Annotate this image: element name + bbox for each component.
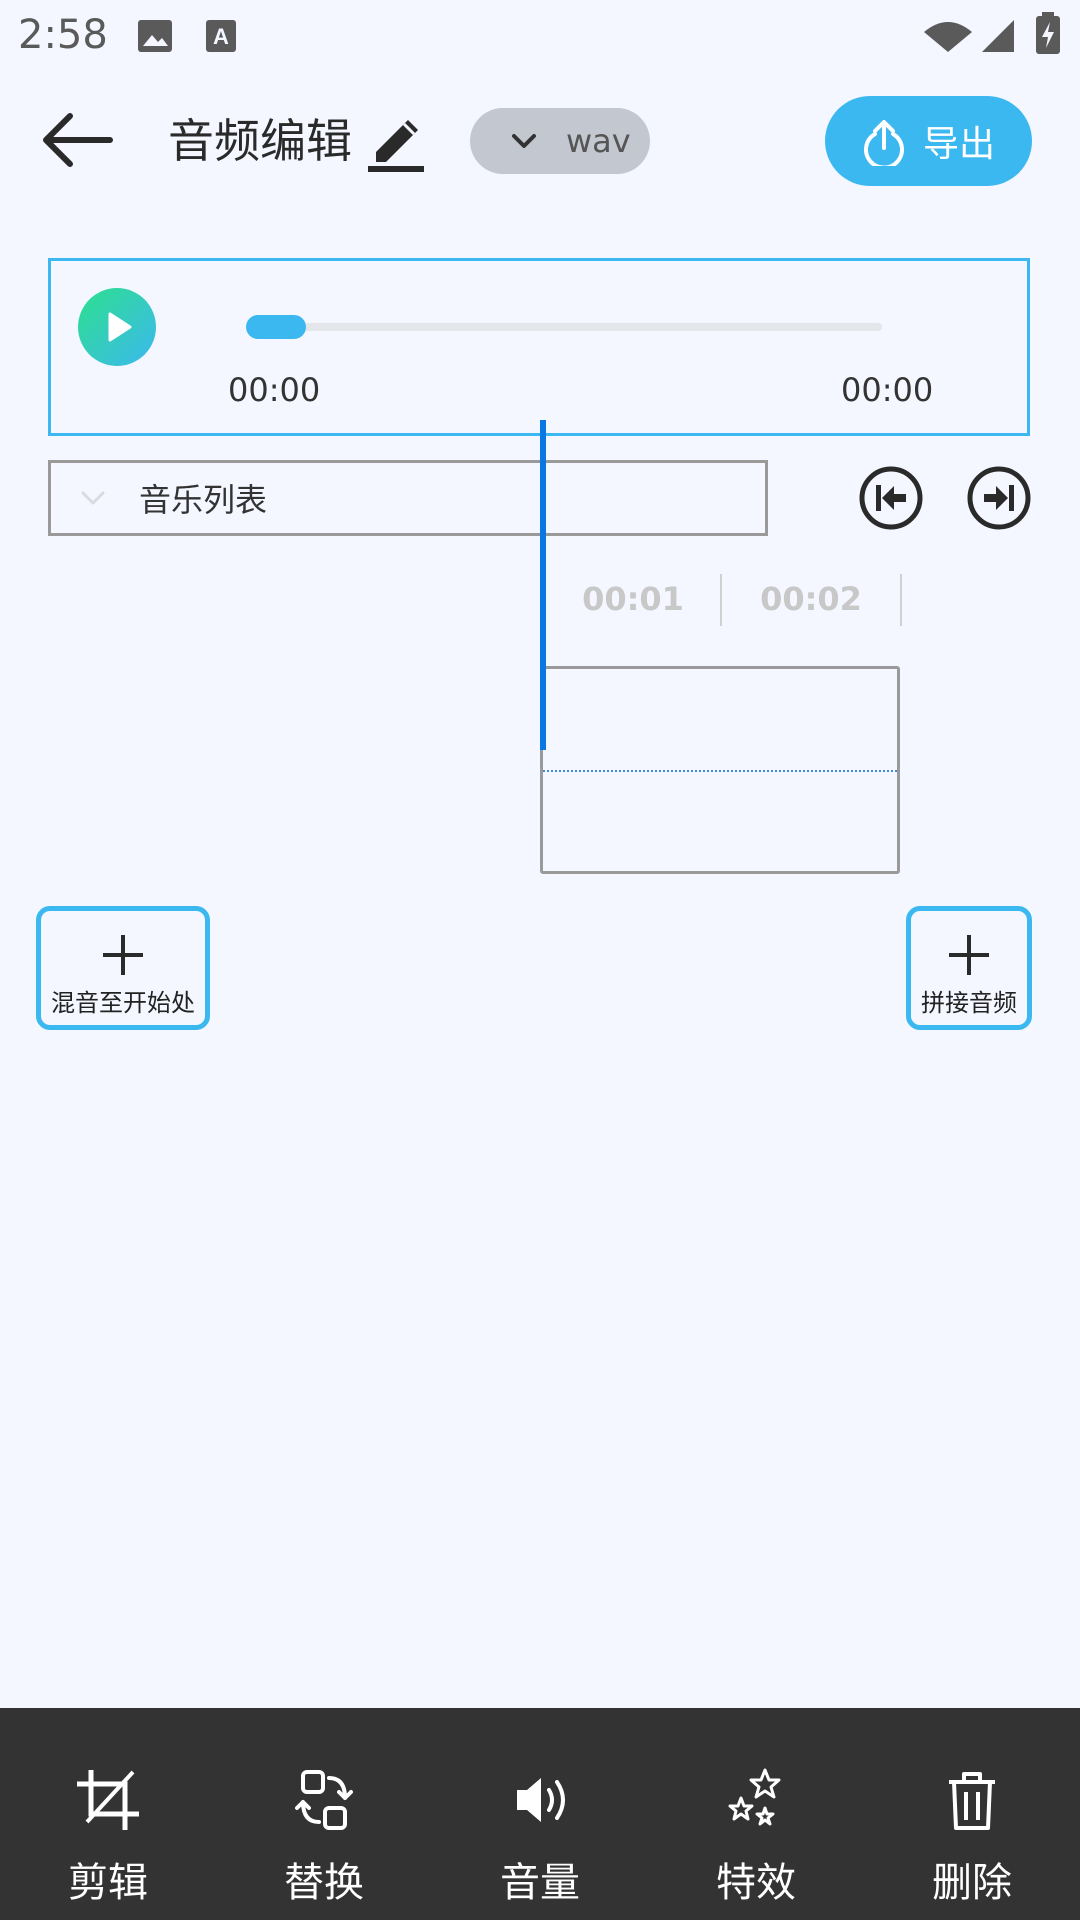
crop-icon	[77, 1770, 139, 1830]
ruler-tick: 00:01	[546, 574, 722, 626]
svg-text:A: A	[213, 24, 229, 49]
progress-thumb[interactable]	[246, 315, 306, 339]
ruler-tick: 00:02	[722, 574, 902, 626]
plus-icon	[103, 935, 143, 975]
export-button[interactable]: 导出	[825, 96, 1032, 186]
tool-replace[interactable]: 替换	[249, 1768, 399, 1908]
waveform-centerline	[543, 770, 897, 772]
stars-icon	[728, 1768, 781, 1826]
tool-label: 特效	[716, 1860, 796, 1906]
skip-to-start-icon	[859, 466, 923, 530]
music-list-label: 音乐列表	[139, 481, 268, 519]
signal-icon	[982, 20, 1014, 52]
append-audio-button[interactable]: 拼接音频	[906, 906, 1032, 1030]
format-dropdown[interactable]: wav	[470, 108, 650, 174]
tool-label: 替换	[284, 1860, 364, 1906]
battery-charging-icon	[1036, 12, 1060, 54]
export-label: 导出	[923, 124, 996, 165]
status-icons: A	[138, 12, 1060, 54]
tool-volume[interactable]: 音量	[465, 1768, 615, 1908]
page-title: 音频编辑	[168, 114, 352, 168]
jump-end-button[interactable]	[966, 465, 1032, 531]
music-list-dropdown[interactable]: 音乐列表	[48, 460, 768, 536]
current-time: 00:00	[228, 371, 321, 409]
play-button[interactable]	[78, 288, 156, 366]
timeline-ruler: 00:01 00:02	[544, 574, 902, 626]
append-audio-label: 拼接音频	[921, 989, 1017, 1017]
format-label: wav	[566, 122, 631, 160]
tool-label: 音量	[500, 1860, 580, 1906]
skip-to-end-icon	[967, 466, 1031, 530]
edit-title-button[interactable]	[364, 108, 430, 174]
progress-track[interactable]	[246, 323, 882, 331]
chevron-down-icon	[81, 491, 105, 505]
plus-icon	[949, 935, 989, 975]
playhead[interactable]	[540, 420, 546, 750]
image-icon	[138, 20, 172, 52]
upload-icon	[864, 120, 904, 166]
mix-to-start-button[interactable]: 混音至开始处	[36, 906, 210, 1030]
tool-effects[interactable]: 特效	[681, 1768, 831, 1908]
tool-delete[interactable]: 删除	[897, 1768, 1047, 1908]
volume-icon	[517, 1778, 565, 1822]
mix-to-start-label: 混音至开始处	[51, 989, 195, 1017]
tool-label: 删除	[932, 1860, 1012, 1906]
total-time: 00:00	[841, 371, 934, 409]
keyboard-a-icon: A	[206, 20, 236, 52]
arrow-left-icon	[43, 113, 113, 167]
tool-label: 剪辑	[68, 1860, 148, 1906]
play-icon	[108, 312, 132, 342]
back-button[interactable]	[40, 110, 120, 170]
wifi-icon	[924, 22, 972, 52]
pencil-icon	[368, 120, 424, 172]
swap-icon	[295, 1770, 353, 1830]
trash-icon	[949, 1772, 995, 1830]
jump-start-button[interactable]	[858, 465, 924, 531]
chevron-down-icon	[512, 134, 536, 148]
tool-cut[interactable]: 剪辑	[33, 1768, 183, 1908]
